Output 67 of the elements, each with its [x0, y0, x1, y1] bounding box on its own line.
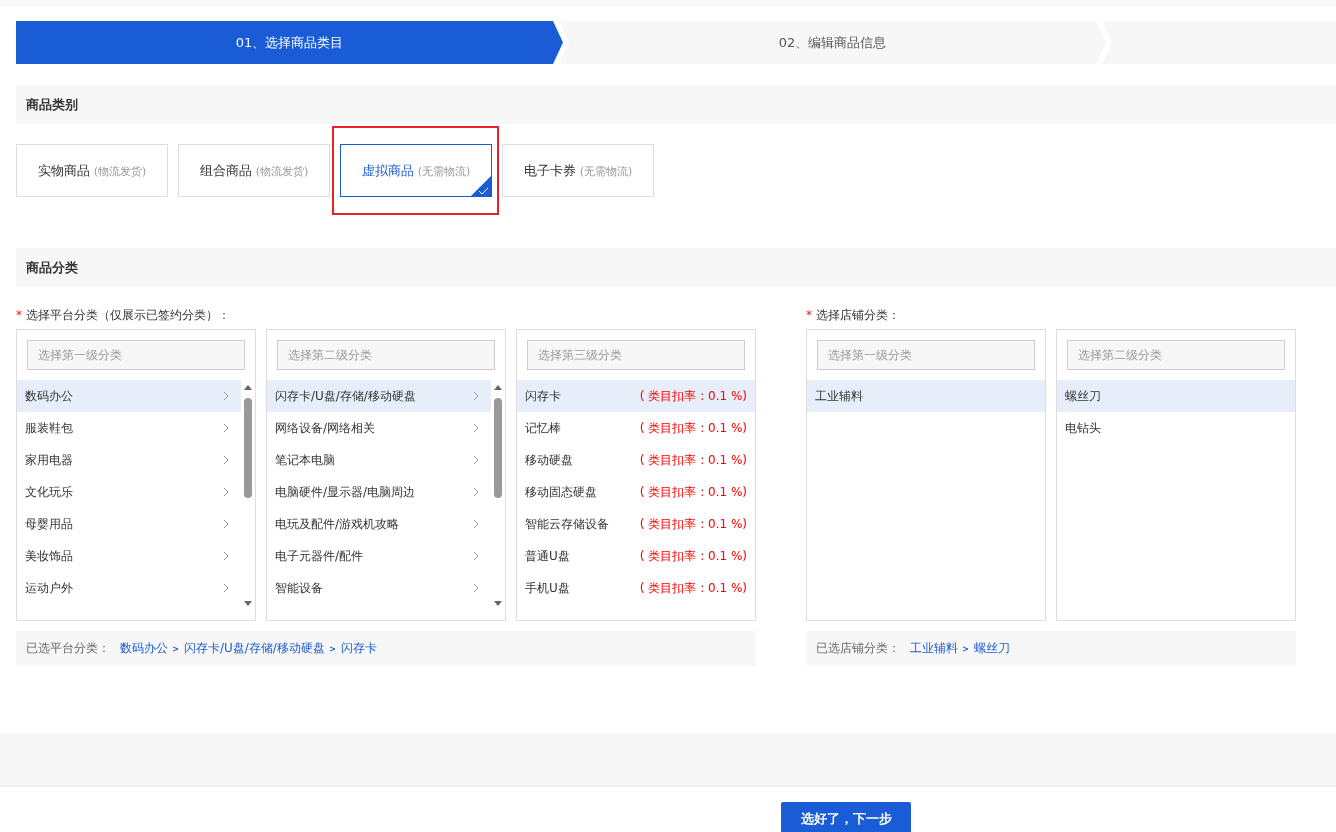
- chevron-right-icon: [473, 423, 479, 433]
- chevron-right-icon: [473, 519, 479, 529]
- chevron-right-icon: [223, 551, 229, 561]
- category-item[interactable]: 运动户外: [17, 572, 241, 604]
- separator-icon: [962, 644, 970, 653]
- section-title: 商品类别: [26, 95, 78, 114]
- type-option[interactable]: 实物商品 (物流发货): [16, 144, 168, 197]
- category-item[interactable]: 手机U盘 ( 类目扣率 : 0.1 %): [517, 572, 755, 604]
- required-mark: *: [16, 308, 22, 322]
- category-item[interactable]: 螺丝刀: [1057, 380, 1295, 412]
- separator-icon: [328, 644, 337, 653]
- step-tab[interactable]: 02、编辑商品信息: [559, 21, 1106, 64]
- chevron-right-icon: [223, 391, 229, 401]
- search-field[interactable]: 选择第三级分类: [527, 340, 745, 370]
- step-tab[interactable]: 01、选择商品类目: [16, 21, 563, 64]
- selected-path-label: 已选平台分类：: [26, 640, 110, 657]
- path-link[interactable]: 螺丝刀: [974, 640, 1010, 657]
- section-title: 商品分类: [26, 258, 78, 277]
- chevron-right-icon: [473, 391, 479, 401]
- category-item[interactable]: 闪存卡 ( 类目扣率 : 0.1 %): [517, 380, 755, 412]
- required-mark: *: [806, 308, 812, 322]
- path-link[interactable]: 闪存卡/U盘/存储/移动硬盘: [184, 640, 325, 657]
- chevron-right-icon: [223, 583, 229, 593]
- separator-icon: [172, 644, 180, 653]
- category-item[interactable]: 闪存卡/U盘/存储/移动硬盘: [267, 380, 491, 412]
- chevron-right-icon: [223, 519, 229, 529]
- category-item[interactable]: 电钻头: [1057, 412, 1295, 444]
- category-item[interactable]: 移动硬盘 ( 类目扣率 : 0.1 %): [517, 444, 755, 476]
- path-link[interactable]: 工业辅料: [910, 640, 958, 657]
- path-link[interactable]: 数码办公: [120, 640, 168, 657]
- category-item[interactable]: 服装鞋包: [17, 412, 241, 444]
- search-field[interactable]: 选择第二级分类: [1067, 340, 1285, 370]
- type-option[interactable]: 电子卡券 (无需物流): [502, 144, 654, 197]
- path-link[interactable]: 闪存卡: [340, 640, 377, 657]
- category-item[interactable]: 电玩及配件/游戏机攻略: [267, 508, 491, 540]
- type-option[interactable]: 虚拟商品 (无需物流): [340, 144, 492, 197]
- category-item[interactable]: 电脑硬件/显示器/电脑周边: [267, 476, 491, 508]
- search-field[interactable]: 选择第一级分类: [817, 340, 1035, 370]
- category-item[interactable]: 母婴用品: [17, 508, 241, 540]
- chevron-right-icon: [473, 455, 479, 465]
- category-item[interactable]: 文化玩乐: [17, 476, 241, 508]
- chevron-right-icon: [223, 487, 229, 497]
- chevron-right-icon: [223, 455, 229, 465]
- category-item[interactable]: 记忆棒 ( 类目扣率 : 0.1 %): [517, 412, 755, 444]
- category-item[interactable]: 数码办公: [17, 380, 241, 412]
- selected-path-label: 已选店铺分类：: [816, 640, 900, 657]
- category-item[interactable]: 笔记本电脑: [267, 444, 491, 476]
- category-item[interactable]: 智能云存储设备 ( 类目扣率 : 0.1 %): [517, 508, 755, 540]
- field-label: 选择店铺分类：: [815, 308, 900, 322]
- category-item[interactable]: 智能设备: [267, 572, 491, 604]
- chevron-right-icon: [223, 423, 229, 433]
- category-item[interactable]: 美妆饰品: [17, 540, 241, 572]
- category-item[interactable]: 普通U盘 ( 类目扣率 : 0.1 %): [517, 540, 755, 572]
- search-field[interactable]: 选择第一级分类: [27, 340, 245, 370]
- chevron-right-icon: [473, 487, 479, 497]
- chevron-right-icon: [473, 551, 479, 561]
- check-corner-icon: [471, 176, 491, 196]
- search-field[interactable]: 选择第二级分类: [277, 340, 495, 370]
- category-item[interactable]: 网络设备/网络相关: [267, 412, 491, 444]
- category-item[interactable]: 工业辅料: [807, 380, 1045, 412]
- category-item[interactable]: 电子元器件/配件: [267, 540, 491, 572]
- field-label: 选择平台分类（仅展示已签约分类）：: [25, 308, 230, 322]
- chevron-right-icon: [473, 583, 479, 593]
- type-option[interactable]: 组合商品 (物流发货): [178, 144, 330, 197]
- category-item[interactable]: 移动固态硬盘 ( 类目扣率 : 0.1 %): [517, 476, 755, 508]
- category-item[interactable]: 家用电器: [17, 444, 241, 476]
- next-step-button[interactable]: 选好了，下一步: [781, 802, 911, 832]
